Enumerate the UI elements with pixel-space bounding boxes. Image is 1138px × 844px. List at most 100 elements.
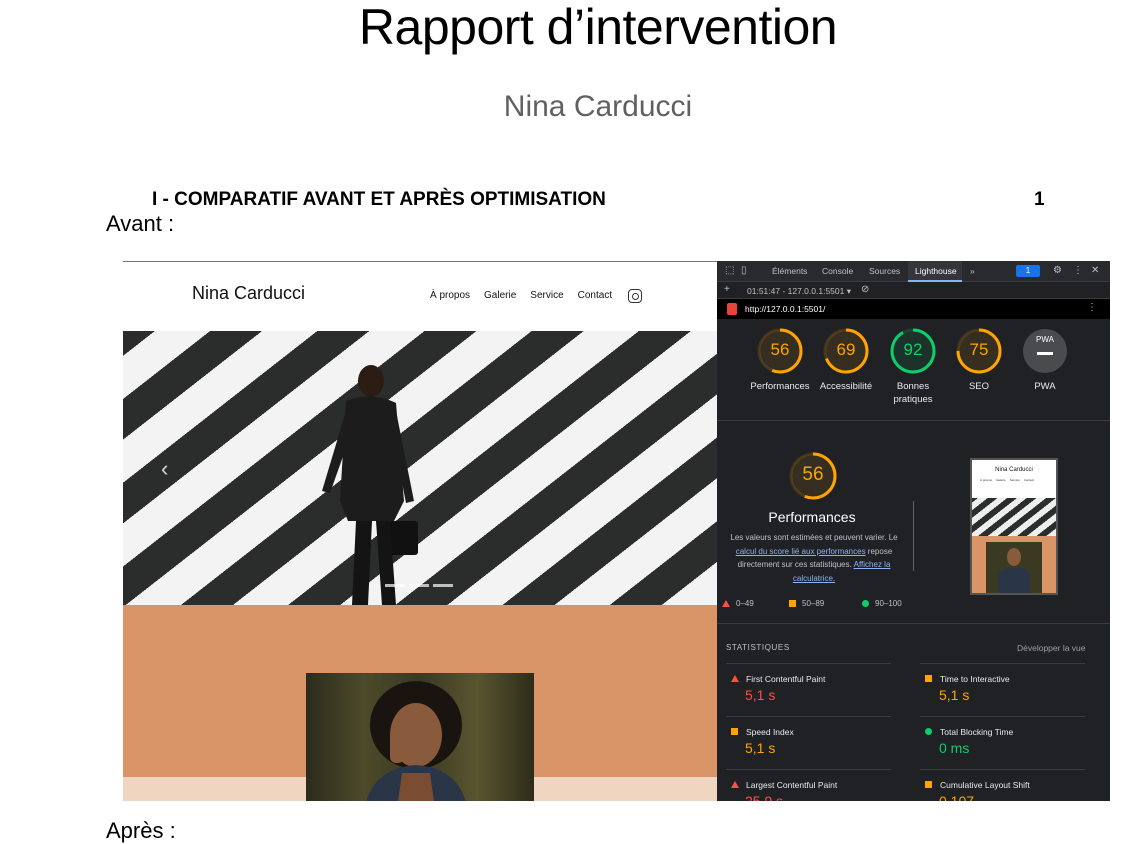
performance-description: Les valeurs sont estimées et peuvent var… <box>724 531 904 585</box>
tab-console[interactable]: Console <box>822 266 853 276</box>
after-label: Après : <box>106 818 176 843</box>
new-report-icon[interactable]: + <box>724 284 730 295</box>
gauge-value: 69 <box>836 340 856 359</box>
mini-portrait-face <box>1007 548 1021 566</box>
metric-first-contentful-paint: First Contentful Paint 5,1 s <box>726 663 891 716</box>
hero-carousel: ‹ › <box>123 331 717 605</box>
carousel-prev-arrow[interactable]: ‹ <box>161 456 168 482</box>
report-toolbar: + 01:51:47 - 127.0.0.1:5501 ▾ ⊘ <box>717 282 1110 299</box>
orange-square-icon <box>789 600 796 607</box>
mini-nav-item: À propos <box>980 478 993 482</box>
tab-sources[interactable]: Sources <box>869 266 900 276</box>
tab-elements[interactable]: Éléments <box>772 266 807 276</box>
clear-icon[interactable]: ⊘ <box>861 284 869 295</box>
devtools-tabbar: ⬚ ▯ Éléments Console Sources Lighthouse … <box>717 261 1110 282</box>
red-triangle-icon <box>722 600 730 607</box>
nav-item-service[interactable]: Service <box>530 290 563 301</box>
metric-label: Largest Contentful Paint <box>746 780 838 790</box>
issues-badge[interactable]: 1 <box>1016 265 1040 277</box>
section-divider <box>717 623 1110 624</box>
portrait-image <box>306 673 534 801</box>
report-selector[interactable]: 01:51:47 - 127.0.0.1:5501 ▾ <box>747 286 851 297</box>
gauge-label-line: Performances <box>750 381 810 392</box>
metric-label: Speed Index <box>746 727 794 737</box>
mini-nav-item: Contact <box>1023 478 1035 482</box>
metric-value: 5,1 s <box>745 740 776 756</box>
site-logo[interactable]: Nina Carducci <box>192 283 305 304</box>
gauge-label-line: Accessibilité <box>819 381 873 392</box>
legend-item-green: 90–100 <box>862 599 902 608</box>
stats-title: STATISTIQUES <box>726 643 790 652</box>
gauge-label: Bonnes pratiques <box>878 380 948 406</box>
legend-item-red: 0–49 <box>722 599 754 608</box>
carousel-next-arrow[interactable]: › <box>667 456 674 482</box>
mini-portrait-image <box>986 542 1042 593</box>
mini-nav-item: Service <box>1009 478 1020 482</box>
page-number: 1 <box>1034 189 1045 210</box>
website-preview: Nina Carducci À propos Galerie Service C… <box>123 261 717 801</box>
devtools-panel: ⬚ ▯ Éléments Console Sources Lighthouse … <box>717 261 1110 801</box>
gauge-label-line: pratiques <box>893 394 933 405</box>
gauge-label: PWA <box>1010 380 1080 393</box>
url-menu-icon[interactable]: ⋮ <box>1087 302 1097 313</box>
nav-item-gallery[interactable]: Galerie <box>484 290 516 301</box>
audited-url[interactable]: http://127.0.0.1:5501/ <box>745 304 825 314</box>
carousel-indicator[interactable] <box>385 584 405 587</box>
section-heading: I - COMPARATIF AVANT ET APRÈS OPTIMISATI… <box>152 189 606 210</box>
gauge-label-line: PWA <box>1034 381 1056 392</box>
before-label: Avant : <box>106 211 175 236</box>
gauge-value: 56 <box>770 340 790 359</box>
metric-total-blocking-time: Total Blocking Time 0 ms <box>920 716 1085 769</box>
metric-speed-index: Speed Index 5,1 s <box>726 716 891 769</box>
nav-item-contact[interactable]: Contact <box>578 290 612 301</box>
more-options-icon[interactable]: ⋮ <box>1073 265 1083 276</box>
device-toggle-icon[interactable]: ▯ <box>741 265 747 276</box>
orange-square-icon <box>925 675 932 682</box>
inspect-icon[interactable]: ⬚ <box>725 265 734 276</box>
metric-label: Time to Interactive <box>940 674 1010 684</box>
carousel-indicator[interactable] <box>409 584 429 587</box>
legend-label: 0–49 <box>736 599 754 608</box>
description-text: Les valeurs sont estimées et peuvent var… <box>730 533 898 542</box>
document-title: Rapport d’intervention <box>358 0 838 55</box>
score-calculation-link[interactable]: calcul du score lié aux performances <box>736 547 866 556</box>
metric-cumulative-layout-shift: Cumulative Layout Shift 0,107 <box>920 769 1085 801</box>
instagram-icon[interactable] <box>628 289 642 303</box>
nav-item-about[interactable]: À propos <box>430 290 470 301</box>
carousel-indicator[interactable] <box>433 584 453 587</box>
legend-label: 90–100 <box>875 599 902 608</box>
settings-gear-icon[interactable]: ⚙ <box>1053 265 1062 276</box>
gauge-label-line: Bonnes <box>896 381 930 392</box>
orange-square-icon <box>925 781 932 788</box>
metric-value: 0 ms <box>939 740 970 756</box>
red-triangle-icon <box>731 675 739 682</box>
section-divider <box>717 420 1110 421</box>
hero-image-person <box>322 365 418 605</box>
performance-main-gauge: 56 <box>788 451 838 501</box>
metric-value: 0,107 <box>939 793 975 801</box>
gauge-accessibility[interactable]: 69 <box>823 328 869 374</box>
legend-item-orange: 50–89 <box>789 599 824 608</box>
mini-logo: Nina Carducci <box>995 467 1033 473</box>
gauge-seo[interactable]: 75 <box>956 328 1002 374</box>
more-tabs-button[interactable]: » <box>970 266 975 276</box>
close-icon[interactable]: ✕ <box>1091 265 1099 276</box>
gauge-pwa[interactable]: PWA <box>1022 328 1068 374</box>
vertical-divider <box>913 501 914 571</box>
page-screenshot-thumbnail[interactable]: Nina Carducci À propos Galerie Service C… <box>970 458 1058 595</box>
gauge-label: Performances <box>745 380 815 393</box>
expand-view-toggle[interactable]: Développer la vue <box>1017 643 1086 653</box>
gauge-value: 92 <box>903 340 923 359</box>
red-triangle-icon <box>731 781 739 788</box>
metric-time-to-interactive: Time to Interactive 5,1 s <box>920 663 1085 716</box>
performance-main-value: 56 <box>802 464 824 485</box>
gauge-performance[interactable]: 56 <box>757 328 803 374</box>
gauge-best-practices[interactable]: 92 <box>890 328 936 374</box>
url-bar: http://127.0.0.1:5501/ ⋮ <box>717 299 1110 319</box>
metric-label: Cumulative Layout Shift <box>940 780 1030 790</box>
green-circle-icon <box>862 600 869 607</box>
tab-lighthouse[interactable]: Lighthouse <box>915 266 957 276</box>
carousel-indicators <box>385 584 453 587</box>
portrait-illustration <box>366 681 466 801</box>
site-nav: À propos Galerie Service Contact <box>430 290 612 301</box>
